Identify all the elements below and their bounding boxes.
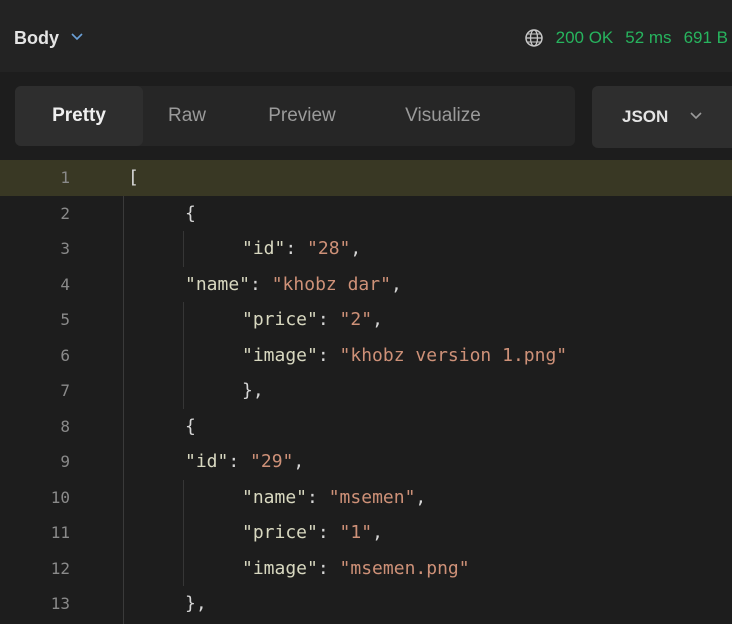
response-time[interactable]: 52 ms bbox=[625, 28, 671, 48]
indent-guide bbox=[183, 231, 184, 267]
indent-guide bbox=[183, 337, 184, 373]
json-code-viewer[interactable]: 1[2{3 "id": "28", 4 "name": "khobz dar", 5 "p… bbox=[0, 160, 732, 624]
line-number: 13 bbox=[50, 594, 70, 614]
code-line: 3 "id": "28", bbox=[0, 231, 732, 267]
response-size[interactable]: 691 B bbox=[684, 28, 728, 48]
indent-guide bbox=[183, 302, 184, 338]
body-view-dropdown[interactable]: Body bbox=[14, 26, 83, 50]
tab-raw[interactable]: Raw bbox=[143, 86, 231, 146]
globe-icon[interactable] bbox=[524, 28, 544, 48]
line-number: 9 bbox=[60, 452, 70, 472]
line-number: 5 bbox=[60, 310, 70, 330]
tab-pretty[interactable]: Pretty bbox=[15, 86, 143, 146]
code-line: 10 "name": "msemen", bbox=[0, 479, 732, 515]
code-text: "image": "msemen.png" bbox=[242, 557, 470, 579]
view-tabs: Pretty Raw Preview Visualize bbox=[15, 86, 575, 146]
code-text: { bbox=[185, 415, 196, 437]
code-line: 7}, bbox=[0, 373, 732, 409]
status-code[interactable]: 200 OK bbox=[556, 28, 614, 48]
code-text: "image": "khobz version 1.png" bbox=[242, 344, 568, 366]
code-line: 4 "name": "khobz dar", bbox=[0, 267, 732, 303]
line-number: 8 bbox=[60, 416, 70, 436]
view-tabs-row: Pretty Raw Preview Visualize JSON bbox=[0, 72, 732, 160]
code-text: "name": "msemen", bbox=[242, 486, 427, 508]
tab-visualize[interactable]: Visualize bbox=[373, 86, 513, 146]
code-text: "id": "28", bbox=[242, 238, 362, 260]
code-text: { bbox=[185, 202, 196, 224]
chevron-down-icon bbox=[690, 112, 702, 122]
body-label: Body bbox=[14, 27, 59, 48]
code-line: 8{ bbox=[0, 409, 732, 445]
chevron-down-icon bbox=[71, 33, 83, 43]
line-number: 4 bbox=[60, 274, 70, 294]
code-text: "id": "29", bbox=[185, 451, 305, 473]
code-line: 2{ bbox=[0, 196, 732, 232]
indent-guide bbox=[183, 373, 184, 409]
code-line: 11 "price": "1", bbox=[0, 515, 732, 551]
code-line: 5 "price": "2", bbox=[0, 302, 732, 338]
tab-preview[interactable]: Preview bbox=[231, 86, 373, 146]
line-number: 10 bbox=[50, 487, 70, 507]
line-number: 1 bbox=[60, 168, 70, 188]
code-line: 13}, bbox=[0, 586, 732, 622]
format-dropdown[interactable]: JSON bbox=[592, 86, 732, 148]
code-text: "name": "khobz dar", bbox=[185, 273, 402, 295]
line-number: 3 bbox=[60, 239, 70, 259]
code-text: "price": "2", bbox=[242, 309, 383, 331]
line-number: 12 bbox=[50, 558, 70, 578]
code-line: 12 "image": "msemen.png" bbox=[0, 550, 732, 586]
indent-guide bbox=[183, 479, 184, 515]
code-text: }, bbox=[185, 593, 207, 615]
line-number: 6 bbox=[60, 345, 70, 365]
format-label: JSON bbox=[622, 107, 669, 126]
line-number: 2 bbox=[60, 203, 70, 223]
line-number: 11 bbox=[50, 523, 70, 543]
response-meta: 200 OK 52 ms 691 B bbox=[524, 24, 728, 52]
indent-guide bbox=[183, 515, 184, 551]
response-header-bar: Body 200 OK 52 ms 691 B bbox=[0, 0, 732, 72]
line-number: 7 bbox=[60, 381, 70, 401]
code-text: }, bbox=[242, 380, 264, 402]
code-line: 6 "image": "khobz version 1.png" bbox=[0, 337, 732, 373]
code-line: 1[ bbox=[0, 160, 732, 196]
code-line: 9 "id": "29", bbox=[0, 444, 732, 480]
code-text: [ bbox=[128, 167, 139, 189]
code-text: "price": "1", bbox=[242, 522, 383, 544]
indent-guide bbox=[183, 550, 184, 586]
